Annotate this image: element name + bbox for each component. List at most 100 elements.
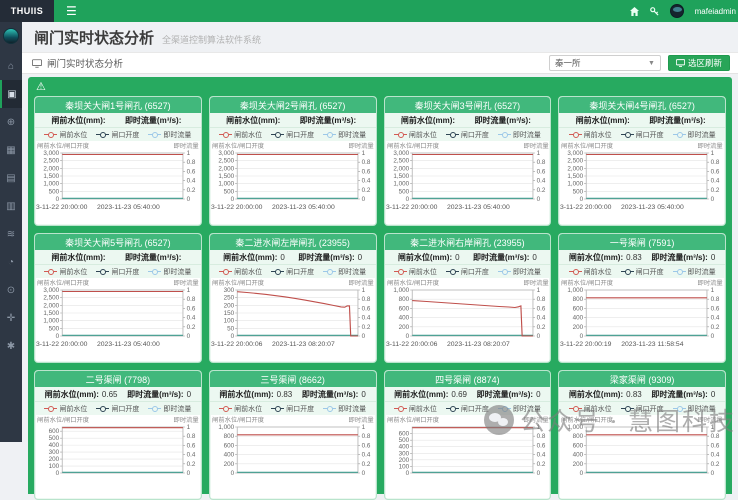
sidebar-item-info-icon[interactable]: ⊙ [0, 276, 22, 304]
flow-label: 即时流量(m³/s): [125, 116, 181, 125]
legend-item-flow[interactable]: 即时流量 [498, 404, 541, 414]
legend-item-gate-opening[interactable]: 闸口开度 [96, 130, 139, 140]
gate-card: 一号渠闸 (7591) 闸前水位(mm):0.83 即时流量(m³/s):0 闸… [558, 233, 726, 363]
legend-label: 闸前水位 [234, 404, 262, 414]
legend-item-water-level[interactable]: 闸前水位 [394, 267, 437, 277]
home-icon[interactable] [630, 7, 639, 16]
legend-marker [323, 134, 336, 135]
legend-item-flow[interactable]: 即时流量 [148, 267, 191, 277]
svg-text:0.8: 0.8 [187, 159, 196, 166]
legend-label: 即时流量 [338, 267, 366, 277]
refresh-icon [676, 59, 685, 67]
sidebar-item-table-icon[interactable]: ▤ [0, 164, 22, 192]
gate-card-stats: 闸前水位(mm):0.83 即时流量(m³/s):0 [559, 250, 725, 265]
sidebar-item-tools-icon[interactable]: ✛ [0, 304, 22, 332]
legend-label: 即时流量 [513, 130, 541, 140]
station-select[interactable]: 秦一所 ▼ [549, 55, 661, 71]
legend-item-flow[interactable]: 即时流量 [673, 267, 716, 277]
user-avatar[interactable] [670, 4, 684, 18]
sidebar-item-home-icon[interactable]: ⌂ [0, 52, 22, 80]
main-content: 闸门实时状态分析 全渠道控制算法软件系统 闸门实时状态分析 秦一所 ▼ 选区刷新… [22, 22, 738, 442]
legend-item-gate-opening[interactable]: 闸口开度 [621, 267, 664, 277]
svg-text:3-11-22 20:00:00: 3-11-22 20:00:00 [36, 204, 88, 211]
legend-item-water-level[interactable]: 闸前水位 [569, 130, 612, 140]
svg-text:0: 0 [230, 196, 234, 203]
legend-label: 闸前水位 [59, 130, 87, 140]
legend-item-flow[interactable]: 即时流量 [148, 130, 191, 140]
legend-item-gate-opening[interactable]: 闸口开度 [446, 130, 489, 140]
sidebar-item-grid-icon[interactable]: ▦ [0, 136, 22, 164]
legend-item-gate-opening[interactable]: 闸口开度 [446, 404, 489, 414]
legend-item-flow[interactable]: 即时流量 [323, 404, 366, 414]
legend-item-flow[interactable]: 即时流量 [323, 130, 366, 140]
svg-text:100: 100 [49, 463, 60, 470]
legend-label: 闸前水位 [584, 267, 612, 277]
panel-icon: ▥ [6, 201, 15, 212]
svg-text:即时流量: 即时流量 [523, 279, 548, 287]
svg-text:0: 0 [187, 470, 191, 477]
legend-item-water-level[interactable]: 闸前水位 [44, 130, 87, 140]
legend-item-water-level[interactable]: 闸前水位 [44, 267, 87, 277]
gate-card-stats: 闸前水位(mm):0.65 即时流量(m³/s):0 [35, 387, 201, 402]
legend-item-gate-opening[interactable]: 闸口开度 [621, 130, 664, 140]
legend-item-gate-opening[interactable]: 闸口开度 [271, 130, 314, 140]
legend-item-gate-opening[interactable]: 闸口开度 [271, 267, 314, 277]
chart-legend: 闸前水位 闸口开度 即时流量 [559, 402, 725, 415]
key-icon[interactable] [650, 7, 659, 16]
legend-item-flow[interactable]: 即时流量 [498, 267, 541, 277]
app-logo[interactable] [3, 28, 19, 44]
legend-item-water-level[interactable]: 闸前水位 [44, 404, 87, 414]
svg-text:3-11-22 20:00:19: 3-11-22 20:00:19 [560, 341, 612, 348]
legend-item-gate-opening[interactable]: 闸口开度 [446, 267, 489, 277]
sidebar-item-settings-icon[interactable]: ✱ [0, 332, 22, 360]
flow-stat: 即时流量(m³/s):0 [302, 389, 366, 400]
legend-item-water-level[interactable]: 闸前水位 [394, 404, 437, 414]
legend-item-flow[interactable]: 即时流量 [673, 130, 716, 140]
legend-item-flow[interactable]: 即时流量 [498, 130, 541, 140]
flow-stat: 即时流量(m³/s): [474, 115, 533, 126]
hamburger-icon[interactable]: ☰ [66, 5, 77, 17]
gate-card: 秦坝关大闸1号闸孔 (6527) 闸前水位(mm): 即时流量(m³/s): 闸… [34, 96, 202, 226]
legend-item-water-level[interactable]: 闸前水位 [394, 130, 437, 140]
legend-label: 闸前水位 [584, 130, 612, 140]
water-level-label: 闸前水位(mm): [219, 390, 273, 399]
flow-value: 0 [532, 253, 536, 262]
legend-label: 闸口开度 [111, 404, 139, 414]
legend-item-water-level[interactable]: 闸前水位 [219, 267, 262, 277]
legend-item-gate-opening[interactable]: 闸口开度 [96, 267, 139, 277]
legend-label: 即时流量 [338, 404, 366, 414]
legend-marker [96, 134, 109, 135]
svg-text:0.8: 0.8 [711, 159, 720, 166]
water-level-label: 闸前水位(mm): [51, 253, 105, 262]
legend-item-water-level[interactable]: 闸前水位 [569, 404, 612, 414]
legend-item-gate-opening[interactable]: 闸口开度 [96, 404, 139, 414]
chart-svg: 3,0002,5002,0001,5001,000500010.80.60.40… [560, 141, 724, 223]
svg-text:0.2: 0.2 [536, 187, 545, 194]
gate-card-stats: 闸前水位(mm):0.83 即时流量(m³/s):0 [210, 387, 376, 402]
refresh-button[interactable]: 选区刷新 [668, 55, 730, 71]
svg-text:0.6: 0.6 [187, 169, 196, 176]
gate-card-grid: 秦坝关大闸1号闸孔 (6527) 闸前水位(mm): 即时流量(m³/s): 闸… [34, 96, 726, 500]
svg-text:3-11-22 20:00:00: 3-11-22 20:00:00 [211, 204, 263, 211]
sidebar-item-network-icon[interactable]: ⊕ [0, 108, 22, 136]
gate-card-title: 秦坝关大闸4号闸孔 (6527) [559, 97, 725, 113]
flow-label: 即时流量(m³/s): [651, 253, 707, 262]
legend-item-gate-opening[interactable]: 闸口开度 [271, 404, 314, 414]
legend-item-flow[interactable]: 即时流量 [323, 267, 366, 277]
sidebar-item-monitor-icon[interactable]: ▣ [0, 80, 22, 108]
sidebar-item-history-icon[interactable]: ◔ [0, 248, 22, 276]
water-level-stat: 闸前水位(mm):0.83 [219, 389, 292, 400]
legend-marker [148, 134, 161, 135]
gate-card: 三号渠闸 (8662) 闸前水位(mm):0.83 即时流量(m³/s):0 闸… [209, 370, 377, 500]
legend-item-water-level[interactable]: 闸前水位 [219, 404, 262, 414]
username[interactable]: mafeiadmin [695, 7, 736, 16]
sidebar-item-panel-icon[interactable]: ▥ [0, 192, 22, 220]
legend-item-flow[interactable]: 即时流量 [673, 404, 716, 414]
flow-stat: 即时流量(m³/s): [125, 252, 184, 263]
flow-stat: 即时流量(m³/s):0 [477, 389, 541, 400]
legend-item-flow[interactable]: 即时流量 [148, 404, 191, 414]
legend-item-gate-opening[interactable]: 闸口开度 [621, 404, 664, 414]
legend-item-water-level[interactable]: 闸前水位 [569, 267, 612, 277]
legend-item-water-level[interactable]: 闸前水位 [219, 130, 262, 140]
sidebar-item-signal-icon[interactable]: ≋ [0, 220, 22, 248]
